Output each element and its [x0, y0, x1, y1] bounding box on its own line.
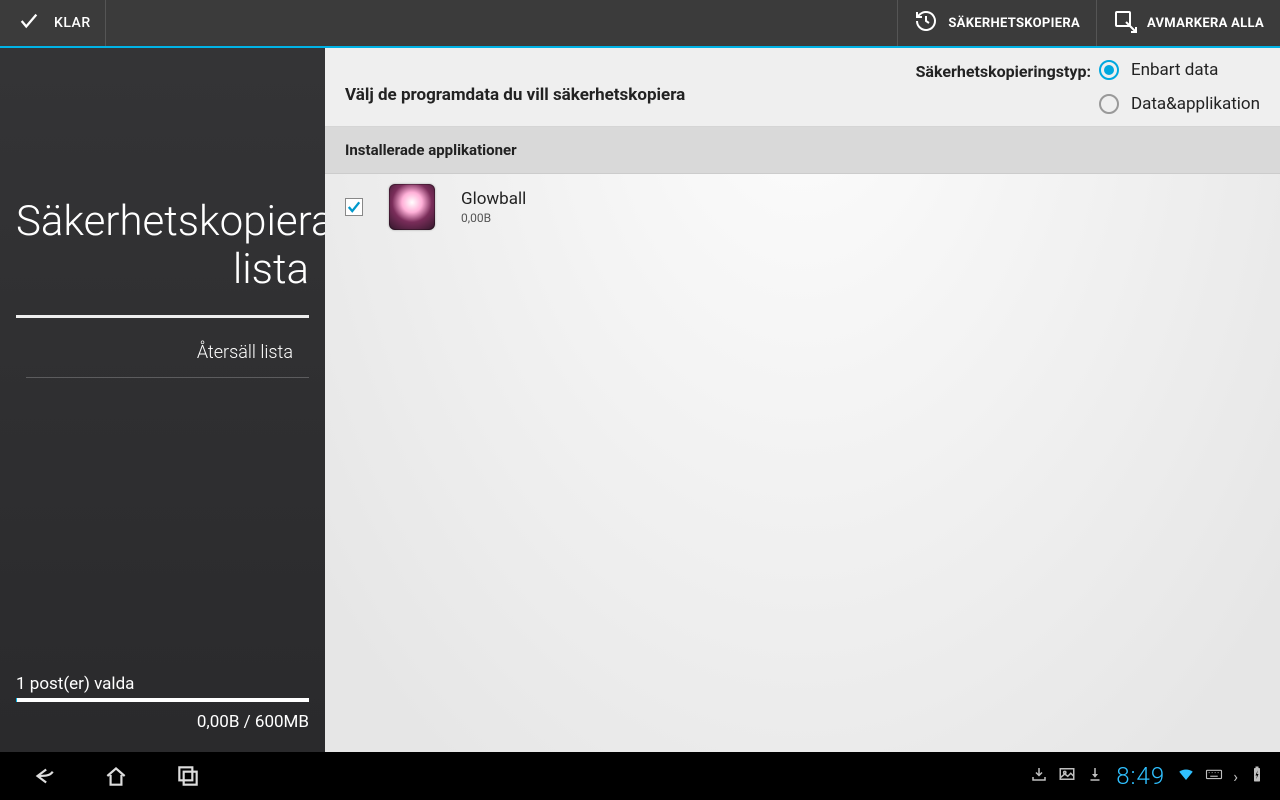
keyboard-icon	[1205, 765, 1223, 787]
sidebar-title: Säkerhetskopiera lista	[16, 198, 309, 315]
check-icon	[18, 10, 40, 36]
radio-icon	[1099, 94, 1119, 114]
backup-type-label: Säkerhetskopieringstyp:	[916, 60, 1091, 81]
download-tray-icon	[1030, 765, 1048, 787]
chevron-right-icon: ›	[1233, 767, 1238, 786]
deselect-all-button[interactable]: AVMARKERA ALLA	[1096, 0, 1280, 46]
storage-bar	[16, 698, 309, 702]
backup-label: SÄKERHETSKOPIERA	[948, 16, 1080, 31]
wifi-icon	[1177, 765, 1195, 787]
backup-button[interactable]: SÄKERHETSKOPIERA	[897, 0, 1096, 46]
app-icon	[389, 184, 435, 230]
radio-data-app[interactable]: Data&applikation	[1099, 94, 1260, 114]
sidebar-item-restore[interactable]: Återsäll lista	[26, 318, 309, 378]
deselect-label: AVMARKERA ALLA	[1147, 16, 1264, 31]
section-installed-apps: Installerade applikationer	[325, 127, 1280, 174]
main-panel: Välj de programdata du vill säkerhetskop…	[325, 48, 1280, 752]
app-size: 0,00B	[461, 211, 526, 225]
navigation-bar: 8:49 ›	[0, 752, 1280, 800]
download-icon	[1086, 765, 1104, 787]
image-icon	[1058, 765, 1076, 787]
home-button[interactable]	[80, 752, 152, 800]
back-button[interactable]	[8, 752, 80, 800]
radio-label: Data&applikation	[1131, 94, 1260, 114]
action-bar: KLAR SÄKERHETSKOPIERA AVMARKERA ALLA	[0, 0, 1280, 48]
app-list: Glowball 0,00B	[325, 174, 1280, 752]
status-area[interactable]: 8:49 ›	[1030, 762, 1272, 790]
storage-size: 0,00B / 600MB	[16, 712, 309, 732]
app-name: Glowball	[461, 189, 526, 209]
deselect-icon	[1113, 9, 1137, 37]
clock: 8:49	[1114, 762, 1167, 790]
radio-data-only[interactable]: Enbart data	[1099, 60, 1260, 80]
done-button[interactable]: KLAR	[0, 0, 106, 46]
restore-icon	[914, 9, 938, 37]
app-checkbox[interactable]	[345, 198, 363, 216]
main-prompt: Välj de programdata du vill säkerhetskop…	[345, 69, 685, 105]
selected-count: 1 post(er) valda	[16, 674, 309, 698]
recent-apps-button[interactable]	[152, 752, 224, 800]
done-label: KLAR	[54, 15, 91, 31]
battery-charging-icon	[1248, 765, 1266, 787]
radio-label: Enbart data	[1131, 60, 1218, 80]
app-row[interactable]: Glowball 0,00B	[325, 174, 1280, 240]
radio-icon	[1099, 60, 1119, 80]
sidebar: Säkerhetskopiera lista Återsäll lista 1 …	[0, 48, 325, 752]
